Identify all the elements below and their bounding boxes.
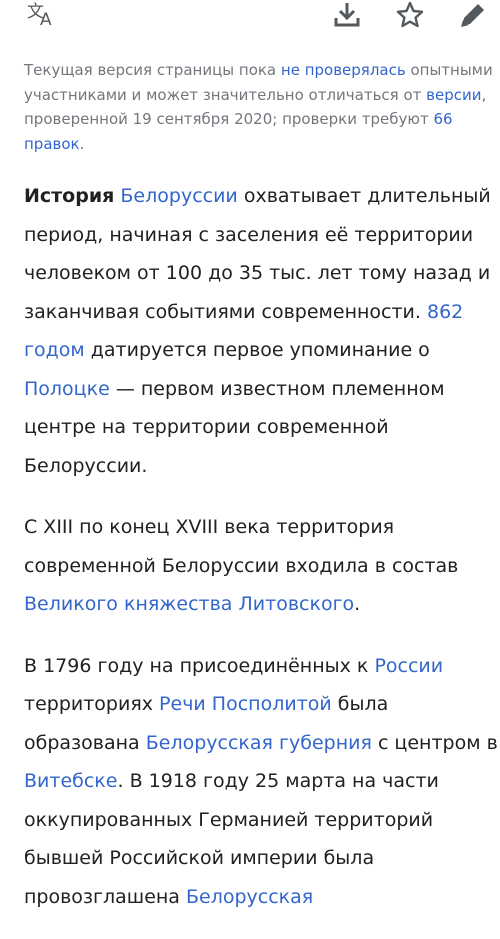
reviewed-version-link[interactable]: версии [426, 86, 481, 104]
svg-text:A: A [40, 10, 52, 29]
paragraph-text: датируется первое упоминание о [84, 339, 430, 361]
paragraph-gdl: С XIII по конец XVIII века территория со… [24, 508, 500, 624]
unreviewed-link[interactable]: не проверялась [281, 61, 406, 79]
russia-link[interactable]: России [374, 655, 443, 677]
vitebsk-link[interactable]: Витебске [24, 770, 117, 792]
grand-duchy-link[interactable]: Великого княжества Литовского [24, 593, 354, 615]
polotsk-link[interactable]: Полоцке [24, 378, 110, 400]
unreviewed-version-notice: Текущая версия страницы пока не проверял… [24, 58, 494, 156]
article-body: История Белоруссии охватывает длительный… [24, 177, 500, 939]
page-actions-toolbar: 文 A [0, 0, 500, 40]
notice-text: . [79, 134, 85, 153]
paragraph-intro: История Белоруссии охватывает длительный… [24, 177, 500, 485]
article-subject: История [24, 185, 115, 207]
belarus-link[interactable]: Белоруссии [120, 185, 237, 207]
paragraph-text: С XIII по конец XVIII века территория со… [24, 516, 459, 577]
governorate-link[interactable]: Белорусская губерния [146, 732, 372, 754]
notice-text: Текущая версия страницы пока [24, 61, 281, 79]
belarusian-republic-link[interactable]: Белорусская [186, 886, 313, 908]
paragraph-text: с центром в [371, 731, 498, 754]
paragraph-text: В 1796 году на присоединённых к [24, 654, 375, 677]
pencil-icon[interactable] [456, 0, 490, 30]
commonwealth-link[interactable]: Речи Посполитой [159, 693, 332, 715]
paragraph-text: . [354, 593, 361, 615]
paragraph-1796: В 1796 году на присоединённых к России т… [24, 647, 500, 917]
translate-icon[interactable]: 文 A [26, 0, 62, 30]
paragraph-text: территориях [24, 693, 160, 715]
star-icon[interactable] [393, 0, 427, 30]
download-icon[interactable] [330, 0, 364, 30]
